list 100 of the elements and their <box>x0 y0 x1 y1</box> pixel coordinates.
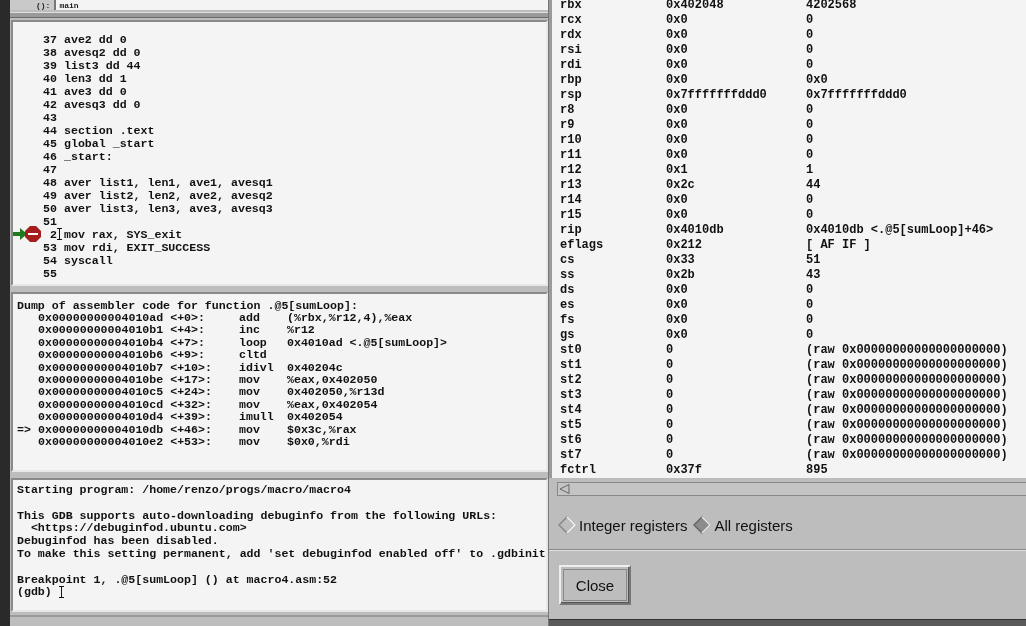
instruction-operands: $0x3c,%rax <box>287 423 357 436</box>
register-hex: 0x0 <box>666 43 689 58</box>
line-number: 42 <box>42 98 57 111</box>
code-text: avesq2 dd 0 <box>64 46 141 59</box>
register-value: 0 <box>806 13 814 28</box>
line-number: 48 <box>42 176 57 189</box>
register-value: 0 <box>806 193 814 208</box>
code-text: global _start <box>64 137 155 150</box>
instruction-address: 0x00000000004010b1 <+4>: <box>38 324 206 337</box>
console-prompt: (gdb) <box>17 585 52 599</box>
register-hex: 0x0 <box>666 313 689 328</box>
console-line: Debuginfod has been disabled. <box>17 534 220 547</box>
radio-option[interactable]: Integer registers <box>558 516 688 534</box>
instruction-address: 0x00000000004010db <+46>: <box>38 423 213 436</box>
register-hex: 0x0 <box>666 13 689 28</box>
horizontal-scrollbar[interactable] <box>557 482 1026 496</box>
instruction-mnemonic: cltd <box>239 349 268 362</box>
register-hex: 0 <box>666 418 675 433</box>
register-name: rdx <box>560 28 583 43</box>
register-value: 4202568 <box>806 0 857 13</box>
register-hex: 0x0 <box>666 118 689 133</box>
line-number: 41 <box>42 85 57 98</box>
line-number: 51 <box>42 215 57 228</box>
code-text: len3 dd 1 <box>64 72 127 85</box>
radio-option[interactable]: All registers <box>693 516 793 534</box>
register-hex: 0 <box>666 448 675 463</box>
line-number: 49 <box>42 189 57 202</box>
line-number: 46 <box>42 150 57 163</box>
register-value: 0 <box>806 328 814 343</box>
register-name: cs <box>560 253 576 268</box>
register-value: 43 <box>806 268 821 283</box>
instruction-operands: %eax,0x402050 <box>287 373 378 387</box>
code-text: aver list1, len1, ave1, avesq1 <box>64 176 273 189</box>
register-name: r8 <box>560 103 576 118</box>
current-marker: => <box>17 423 32 436</box>
code-text: avesq3 dd 0 <box>64 98 141 111</box>
left-arrow-icon[interactable] <box>559 484 570 494</box>
register-hex: 0x0 <box>666 73 689 88</box>
register-name: st4 <box>560 403 583 418</box>
register-value: [ AF IF ] <box>806 238 871 253</box>
code-text: _start: <box>64 150 113 163</box>
instruction-mnemonic: mov <box>239 423 261 436</box>
register-name: r10 <box>560 133 583 148</box>
register-value: (raw 0x00000000000000000000) <box>806 373 1008 388</box>
register-name: rbp <box>560 73 583 88</box>
code-text: ave3 dd 0 <box>64 85 127 98</box>
register-hex: 0x4010db <box>666 223 725 238</box>
register-value: 0 <box>806 298 814 313</box>
instruction-address: 0x00000000004010e2 <+53>: <box>38 435 213 449</box>
line-number: 45 <box>42 137 57 150</box>
code-text: mov rax, SYS_exit <box>64 228 183 241</box>
register-value: 0x4010db <.@5[sumLoop]+46> <box>806 223 994 238</box>
instruction-address: 0x00000000004010b7 <+10>: <box>38 361 213 374</box>
code-text: mov rdi, EXIT_SUCCESS <box>64 241 211 254</box>
instruction-mnemonic: idivl <box>239 361 275 374</box>
instruction-address: 0x00000000004010c5 <+24>: <box>38 386 213 399</box>
code-text: aver list3, len3, ave3, avesq3 <box>64 202 273 215</box>
register-name: r15 <box>560 208 583 223</box>
instruction-mnemonic: add <box>239 312 261 325</box>
register-name: st5 <box>560 418 583 433</box>
instruction-mnemonic: mov <box>239 398 261 412</box>
function-field[interactable]: main <box>54 0 548 10</box>
instruction-operands: $0x0,%rdi <box>287 435 350 449</box>
code-text: syscall <box>64 254 113 267</box>
instruction-operands: 0x402054 <box>287 411 343 424</box>
register-value: 44 <box>806 178 821 193</box>
register-hex: 0x212 <box>666 238 703 253</box>
register-value: 0 <box>806 118 814 133</box>
register-hex: 0x33 <box>666 253 696 268</box>
register-value: (raw 0x00000000000000000000) <box>806 433 1008 448</box>
register-value: 0 <box>806 283 814 298</box>
register-hex: 0x402048 <box>666 0 725 13</box>
line-number: 37 <box>42 33 57 46</box>
register-name: rcx <box>560 13 583 28</box>
register-value: 0 <box>806 103 814 118</box>
register-name: rsi <box>560 43 583 58</box>
code-text: list3 dd 44 <box>64 59 141 72</box>
register-hex: 0 <box>666 373 675 388</box>
register-name: fctrl <box>560 463 597 478</box>
instruction-mnemonic: inc <box>239 324 261 337</box>
register-name: ss <box>560 268 576 283</box>
register-value: 0 <box>806 58 814 73</box>
register-name: r11 <box>560 148 583 163</box>
register-hex: 0x37f <box>666 463 703 478</box>
register-value: 0 <box>806 313 814 328</box>
instruction-operands: %eax,0x402054 <box>287 398 378 412</box>
register-value: (raw 0x00000000000000000000) <box>806 418 1008 433</box>
console-line: Starting program: /home/renzo/progs/macro/macro4 <box>17 483 352 496</box>
instruction-operands: %r12 <box>287 324 315 337</box>
line-number: 38 <box>42 46 57 59</box>
instruction-operands: (%rbx,%r12,4),%eax <box>287 312 413 325</box>
close-button[interactable]: Close <box>559 565 631 605</box>
console-line: To make this setting permanent, add 'set debuginfod enabled off' to .gdbinit <box>17 547 546 560</box>
line-number: 43 <box>42 111 57 124</box>
register-value: (raw 0x00000000000000000000) <box>806 343 1008 358</box>
register-value: 1 <box>806 163 814 178</box>
register-value: 51 <box>806 253 821 268</box>
register-hex: 0x0 <box>666 193 689 208</box>
text-cursor-icon <box>57 228 62 240</box>
register-hex: 0x0 <box>666 103 689 118</box>
